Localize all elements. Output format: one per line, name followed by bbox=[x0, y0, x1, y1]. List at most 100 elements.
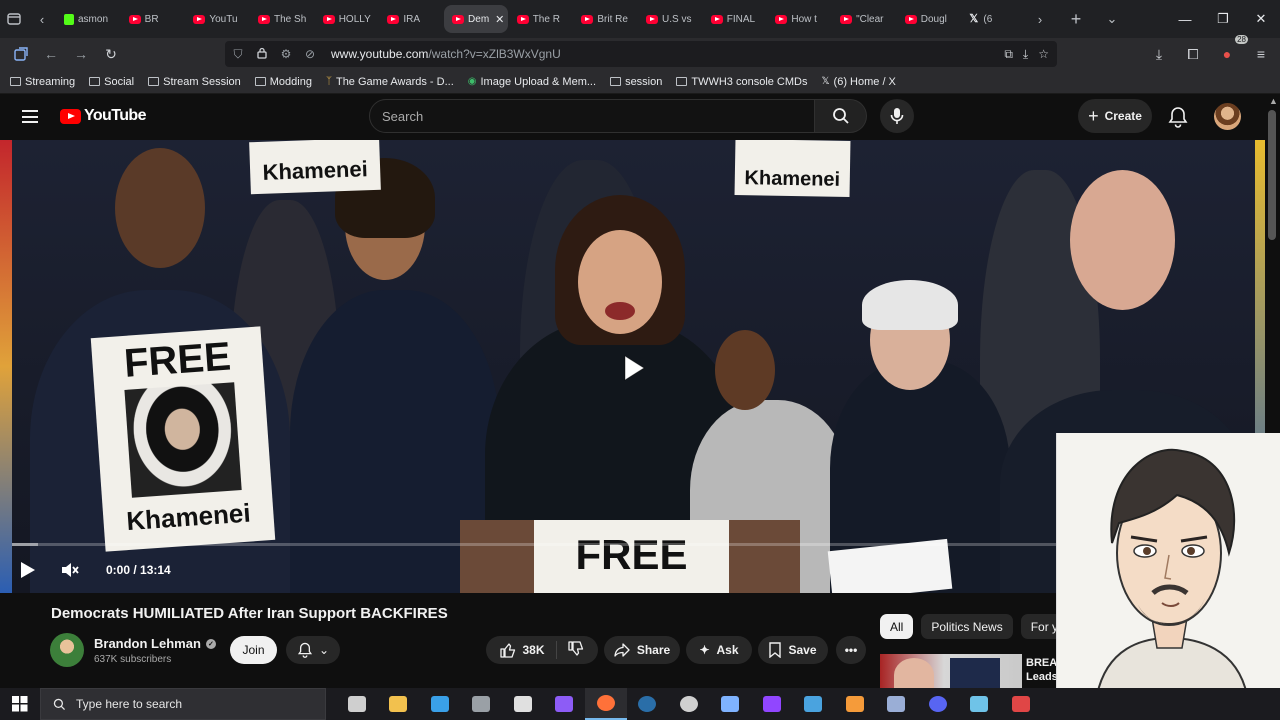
address-bar[interactable]: ⛉ ⚙ ⊘ www.youtube.com/watch?v=xZlB3WxVgn… bbox=[225, 41, 1057, 67]
taskbar-search-input[interactable]: Type here to search bbox=[40, 688, 326, 720]
recommended-video-title[interactable]: BREA Leads bbox=[1026, 656, 1058, 684]
bookmark-item[interactable]: Modding bbox=[254, 75, 312, 88]
browser-tab[interactable]: U.S vs bbox=[638, 5, 702, 33]
bookmark-item[interactable]: Social bbox=[89, 76, 134, 88]
twitch-icon[interactable] bbox=[751, 688, 793, 720]
share-label: Share bbox=[636, 643, 671, 657]
close-window-button[interactable]: ✕ bbox=[1242, 0, 1280, 38]
search-input[interactable]: Search bbox=[369, 99, 815, 133]
browser-tab[interactable]: "Clear bbox=[832, 5, 896, 33]
firefox-icon[interactable] bbox=[585, 688, 627, 720]
game-launcher-icon[interactable] bbox=[876, 688, 918, 720]
bookmark-item[interactable]: session bbox=[610, 76, 662, 88]
save-button[interactable]: Save bbox=[758, 636, 828, 664]
ask-button[interactable]: ✦ Ask bbox=[686, 636, 752, 664]
notes-icon[interactable] bbox=[959, 688, 1001, 720]
page-scrollbar[interactable] bbox=[1268, 110, 1276, 240]
channel-name-link[interactable]: Brandon Lehman ✓ bbox=[94, 636, 216, 651]
tab-search-icon[interactable]: ⌄ bbox=[1098, 5, 1126, 33]
url-text[interactable]: www.youtube.com/watch?v=xZlB3WxVgnU bbox=[331, 47, 561, 61]
browser-tab[interactable]: Dougl bbox=[897, 5, 961, 33]
mute-icon[interactable] bbox=[60, 560, 80, 585]
shield-icon[interactable]: ⛉ bbox=[231, 47, 245, 62]
browser-tab[interactable]: Brit Re bbox=[573, 5, 637, 33]
downloads-icon[interactable]: ⤓ bbox=[1144, 39, 1174, 69]
task-view-icon[interactable] bbox=[336, 688, 378, 720]
bookmark-item[interactable]: ᛉ The Game Awards - D... bbox=[326, 76, 454, 88]
filter-chip[interactable]: Politics News bbox=[921, 614, 1013, 639]
lock-icon[interactable] bbox=[255, 47, 269, 62]
subscription-bell-button[interactable]: ⌄ bbox=[286, 636, 340, 664]
bookmark-item[interactable]: 𝕏 (6) Home / X bbox=[821, 76, 895, 88]
voice-search-button[interactable] bbox=[880, 99, 914, 133]
close-tab-icon[interactable]: ✕ bbox=[495, 13, 504, 26]
hamburger-menu-icon[interactable] bbox=[22, 110, 38, 123]
browser-tab[interactable]: BR bbox=[121, 5, 185, 33]
bookmark-item[interactable]: TWWH3 console CMDs bbox=[676, 76, 807, 88]
recorder-icon[interactable] bbox=[1000, 688, 1042, 720]
filter-chip[interactable]: All bbox=[880, 614, 914, 639]
file-explorer-icon[interactable] bbox=[378, 688, 420, 720]
browser-tab[interactable]: The R bbox=[509, 5, 573, 33]
scroll-tabs-left-icon[interactable]: ‹ bbox=[28, 5, 56, 33]
dislike-button[interactable] bbox=[567, 640, 584, 660]
new-tab-button[interactable]: + bbox=[1062, 5, 1090, 33]
rsi-launcher-icon[interactable] bbox=[793, 688, 835, 720]
steam-icon[interactable] bbox=[627, 688, 669, 720]
create-button[interactable]: + Create bbox=[1078, 99, 1152, 133]
permissions-icon[interactable]: ⚙ bbox=[279, 47, 293, 61]
tab-actions-icon[interactable] bbox=[0, 5, 28, 33]
thumbs-down-icon bbox=[567, 640, 583, 656]
picture-in-picture-icon[interactable]: ⧉ bbox=[1004, 47, 1013, 62]
join-button[interactable]: Join bbox=[230, 636, 277, 664]
save-to-pocket-icon[interactable]: ⤓ bbox=[1023, 47, 1028, 62]
recommended-video-thumbnail[interactable] bbox=[880, 654, 1022, 688]
bookmark-item[interactable]: ◉ Image Upload & Mem... bbox=[468, 76, 596, 88]
discord-icon[interactable] bbox=[917, 688, 959, 720]
browser-tab[interactable]: asmon bbox=[56, 5, 120, 33]
more-actions-button[interactable]: ••• bbox=[836, 636, 866, 664]
paint-icon[interactable] bbox=[502, 688, 544, 720]
notifications-bell-icon[interactable] bbox=[1168, 106, 1188, 133]
bookmark-item[interactable]: Stream Session bbox=[148, 76, 241, 88]
bookmark-star-icon[interactable]: ☆ bbox=[1038, 47, 1049, 62]
play-button[interactable] bbox=[17, 560, 37, 585]
scroll-up-arrow-icon[interactable]: ▲ bbox=[1269, 96, 1278, 106]
center-play-icon[interactable] bbox=[622, 354, 646, 382]
calculator-icon[interactable] bbox=[461, 688, 503, 720]
browser-tab[interactable]: The Sh bbox=[250, 5, 314, 33]
forward-button[interactable]: → bbox=[66, 39, 96, 69]
browser-tab[interactable]: YouTu bbox=[185, 5, 249, 33]
windows-start-icon[interactable] bbox=[0, 688, 40, 720]
bookmark-label: Modding bbox=[269, 75, 312, 88]
browser-tab[interactable]: IRA bbox=[379, 5, 443, 33]
extensions-icon[interactable]: ⧠ bbox=[1178, 39, 1208, 69]
back-button[interactable]: ← bbox=[36, 39, 66, 69]
search-button[interactable] bbox=[815, 99, 867, 133]
tab-label: (6 bbox=[983, 13, 993, 25]
store-icon[interactable] bbox=[419, 688, 461, 720]
tracking-protection-icon[interactable]: ⊘ bbox=[303, 47, 317, 61]
minimize-button[interactable]: — bbox=[1166, 0, 1204, 38]
workspace-icon[interactable] bbox=[6, 39, 36, 69]
network-icon[interactable] bbox=[710, 688, 752, 720]
extension-badge-icon[interactable]: ● 28 bbox=[1212, 35, 1248, 69]
bookmark-item[interactable]: Streaming bbox=[10, 76, 75, 88]
like-button[interactable]: 38K bbox=[500, 642, 545, 658]
browser-tab[interactable]: FINAL bbox=[703, 5, 767, 33]
account-avatar[interactable] bbox=[1214, 103, 1241, 130]
menu-icon[interactable]: ≡ bbox=[1246, 39, 1276, 69]
channel-avatar[interactable] bbox=[50, 633, 84, 667]
restore-button[interactable]: ❐ bbox=[1204, 0, 1242, 38]
scroll-tabs-right-icon[interactable]: › bbox=[1026, 5, 1054, 33]
browser-tab[interactable]: 𝕏 (6 bbox=[961, 5, 1025, 33]
reload-button[interactable]: ↻ bbox=[96, 39, 126, 69]
youtube-logo[interactable]: YouTube bbox=[60, 107, 146, 125]
browser-tab[interactable]: How t bbox=[767, 5, 831, 33]
proton-vpn-icon[interactable] bbox=[544, 688, 586, 720]
obs-icon[interactable] bbox=[668, 688, 710, 720]
browser-tab[interactable]: HOLLY bbox=[315, 5, 379, 33]
media-player-icon[interactable] bbox=[834, 688, 876, 720]
browser-tab[interactable]: Dem ✕ bbox=[444, 5, 508, 33]
share-button[interactable]: Share bbox=[604, 636, 680, 664]
